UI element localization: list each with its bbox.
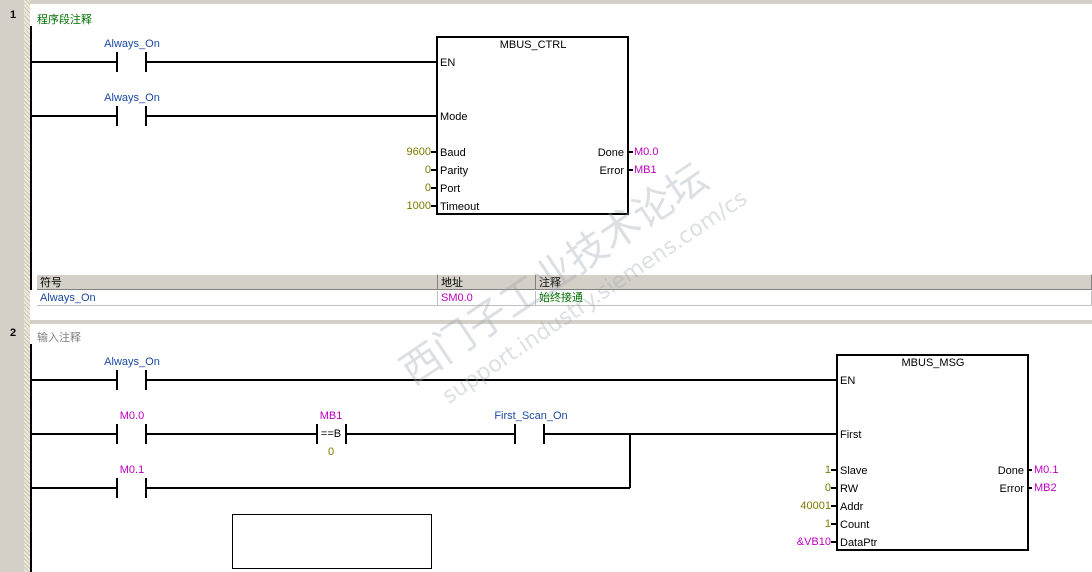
contact-label-always-on[interactable]: Always_On	[104, 38, 160, 51]
pin-port: Port	[440, 183, 461, 195]
pin-dataptr: DataPtr	[840, 537, 878, 549]
contact-label-first-scan-on[interactable]: First_Scan_On	[494, 410, 567, 423]
addr-value[interactable]: 40001	[800, 500, 831, 513]
pin-timeout: Timeout	[440, 201, 480, 213]
pin-error: Error	[999, 483, 1024, 495]
pin-first: First	[840, 429, 862, 441]
baud-value[interactable]: 9600	[407, 146, 431, 159]
compare-operand1[interactable]: MB1	[320, 410, 343, 423]
pin-addr: Addr	[840, 501, 864, 513]
contact-label-m0-0[interactable]: M0.0	[120, 410, 144, 423]
mbus-msg-block[interactable]: MBUS_MSG EN First Slave RW Addr Count Da…	[836, 354, 1029, 551]
pin-baud: Baud	[440, 147, 466, 159]
error-output[interactable]: MB2	[1034, 482, 1057, 495]
timeout-value[interactable]: 1000	[407, 200, 431, 213]
compare-operator[interactable]: ==B	[321, 428, 341, 441]
pin-parity: Parity	[440, 165, 469, 177]
table-cell-symbol[interactable]: Always_On	[37, 291, 438, 306]
slave-value[interactable]: 1	[825, 464, 831, 477]
contact-label-always-on[interactable]: Always_On	[104, 356, 160, 369]
done-output[interactable]: M0.1	[1034, 464, 1058, 477]
pin-en: EN	[840, 375, 856, 387]
address-table-header[interactable]: 地址	[438, 274, 536, 290]
symbol-table-header[interactable]: 符号	[37, 274, 438, 290]
pin-slave: Slave	[840, 465, 868, 477]
pin-done: Done	[997, 465, 1024, 477]
contact-label-m0-1[interactable]: M0.1	[120, 464, 144, 477]
pin-done: Done	[597, 147, 624, 159]
parity-value[interactable]: 0	[425, 164, 431, 177]
block-title: MBUS_MSG	[901, 357, 965, 369]
symbol-table: 符号 地址 注释 Always_On SM0.0 始终接通	[37, 274, 1092, 308]
count-value[interactable]: 1	[825, 518, 831, 531]
error-output[interactable]: MB1	[634, 164, 657, 177]
block-title: MBUS_CTRL	[499, 39, 567, 51]
pin-en: EN	[440, 57, 456, 69]
rw-value[interactable]: 0	[825, 482, 831, 495]
pin-mode: Mode	[440, 111, 468, 123]
empty-element-box[interactable]	[232, 514, 432, 569]
pin-rw: RW	[840, 483, 859, 495]
pin-count: Count	[840, 519, 870, 531]
dataptr-value[interactable]: &VB10	[797, 536, 831, 549]
mbus-ctrl-block[interactable]: MBUS_CTRL EN Mode Baud Parity Port Timeo…	[436, 36, 629, 215]
table-cell-address[interactable]: SM0.0	[438, 291, 536, 306]
pin-error: Error	[599, 165, 624, 177]
comment-table-header[interactable]: 注释	[536, 274, 1092, 290]
compare-operand2[interactable]: 0	[328, 446, 334, 459]
table-cell-comment[interactable]: 始终接通	[536, 291, 1092, 306]
done-output[interactable]: M0.0	[634, 146, 658, 159]
port-value[interactable]: 0	[425, 182, 431, 195]
contact-label-always-on[interactable]: Always_On	[104, 92, 160, 105]
